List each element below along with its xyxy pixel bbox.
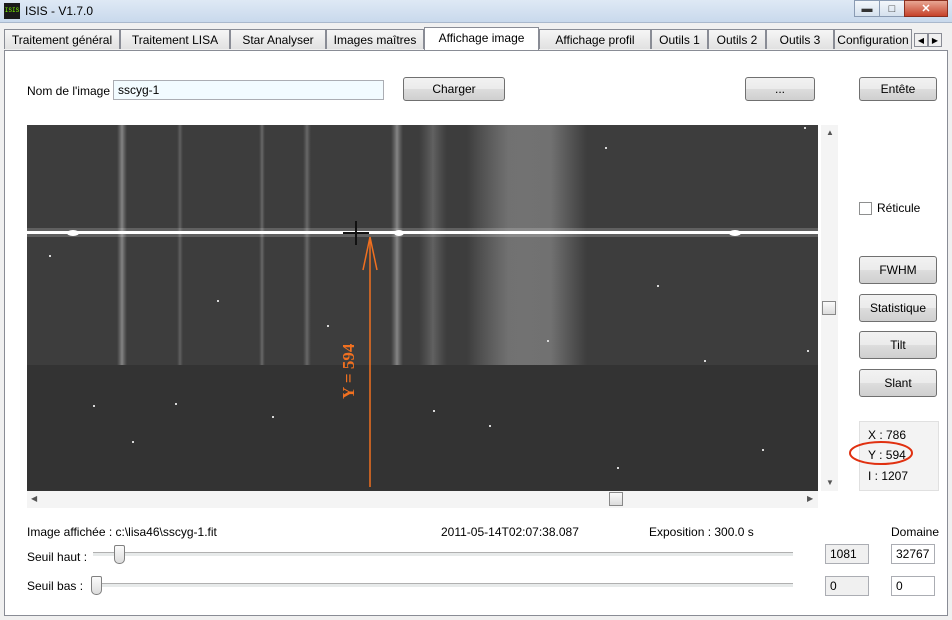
exposure-time: Exposition : 300.0 s [649,525,754,539]
slant-button[interactable]: Slant [859,369,937,397]
tab-outils-3[interactable]: Outils 3 [766,29,834,49]
image-date: 2011-05-14T02:07:38.087 [441,525,579,539]
maximize-icon[interactable]: □ [879,0,905,17]
spectrum-hotspot [394,230,404,236]
emission-line [177,125,183,365]
close-icon[interactable]: ✕ [904,0,948,17]
title-bar: ISIS ISIS - V1.7.0 ▬ □ ✕ [0,0,952,23]
load-button[interactable]: Charger [403,77,505,101]
affichage-image-panel: Nom de l'image : sscyg-1 Charger ... Ent… [4,50,948,616]
scroll-up-icon[interactable]: ▲ [826,128,834,137]
stellar-spectrum-halo [27,228,818,237]
vertical-scroll-thumb[interactable] [822,301,836,315]
window-controls: ▬ □ ✕ [854,0,948,18]
tab-outils-2[interactable]: Outils 2 [708,29,766,49]
scroll-down-icon[interactable]: ▼ [826,478,834,487]
tab-images-maitres[interactable]: Images maîtres [326,29,424,49]
threshold-low-label: Seuil bas : [27,579,84,593]
annotation-label: Y = 594 [339,343,358,399]
tab-affichage-profil[interactable]: Affichage profil [539,29,651,49]
threshold-low-value[interactable]: 0 [825,576,869,596]
tab-affichage-image[interactable]: Affichage image [424,27,539,50]
emission-line [259,125,265,365]
reticle-checkbox[interactable] [859,202,872,215]
tab-scroll-right-icon[interactable]: ▶ [928,33,942,47]
window-title: ISIS - V1.7.0 [25,4,94,18]
threshold-high-value[interactable]: 1081 [825,544,869,564]
image-lower-region [27,365,818,491]
scroll-left-icon[interactable]: ◀ [31,494,37,503]
highlight-circle-icon [849,441,913,465]
threshold-low-domain[interactable]: 0 [891,576,935,596]
fwhm-button[interactable]: FWHM [859,256,937,284]
tab-bar: Traitement général Traitement LISA Star … [4,27,948,50]
coord-intensity: I : 1207 [868,469,909,483]
threshold-high-track [93,552,793,557]
domain-label: Domaine [891,525,940,539]
emission-band [467,125,587,365]
header-button[interactable]: Entête [859,77,937,101]
spectrum-hotspot [729,230,741,236]
scroll-right-icon[interactable]: ▶ [807,494,813,503]
spectrum-hotspot [67,230,79,236]
threshold-low-track [93,583,793,588]
image-name-input[interactable]: sscyg-1 [113,80,384,100]
emission-line [303,125,311,365]
browse-button[interactable]: ... [745,77,815,101]
tab-configuration[interactable]: Configuration [834,29,912,49]
reticle-label: Réticule [877,201,921,215]
emission-line [117,125,127,365]
emission-line [391,125,403,365]
tab-traitement-general[interactable]: Traitement général [4,29,120,49]
horizontal-scroll-thumb[interactable] [609,492,624,506]
image-horizontal-scrollbar[interactable]: ◀ ▶ [27,491,818,508]
spectrum-image [27,125,818,491]
tab-traitement-lisa[interactable]: Traitement LISA [120,29,230,49]
app-icon: ISIS [4,3,20,19]
image-display[interactable]: Y = 594 [27,125,818,491]
threshold-high-domain[interactable]: 32767 [891,544,935,564]
statistics-button[interactable]: Statistique [859,294,937,322]
emission-line [419,125,447,365]
threshold-high-slider[interactable] [113,545,125,564]
threshold-high-label: Seuil haut : [27,550,88,564]
image-name-label: Nom de l'image : [27,84,117,98]
tab-star-analyser[interactable]: Star Analyser [230,29,326,49]
image-vertical-scrollbar[interactable]: ▲ ▼ [821,125,838,491]
tab-scroll-left-icon[interactable]: ◀ [914,33,928,47]
minimize-icon[interactable]: ▬ [854,0,880,17]
tilt-button[interactable]: Tilt [859,331,937,359]
threshold-low-slider[interactable] [91,576,102,595]
displayed-image-path: Image affichée : c:\lisa46\sscyg-1.fit [27,525,217,539]
tab-outils-1[interactable]: Outils 1 [651,29,708,49]
